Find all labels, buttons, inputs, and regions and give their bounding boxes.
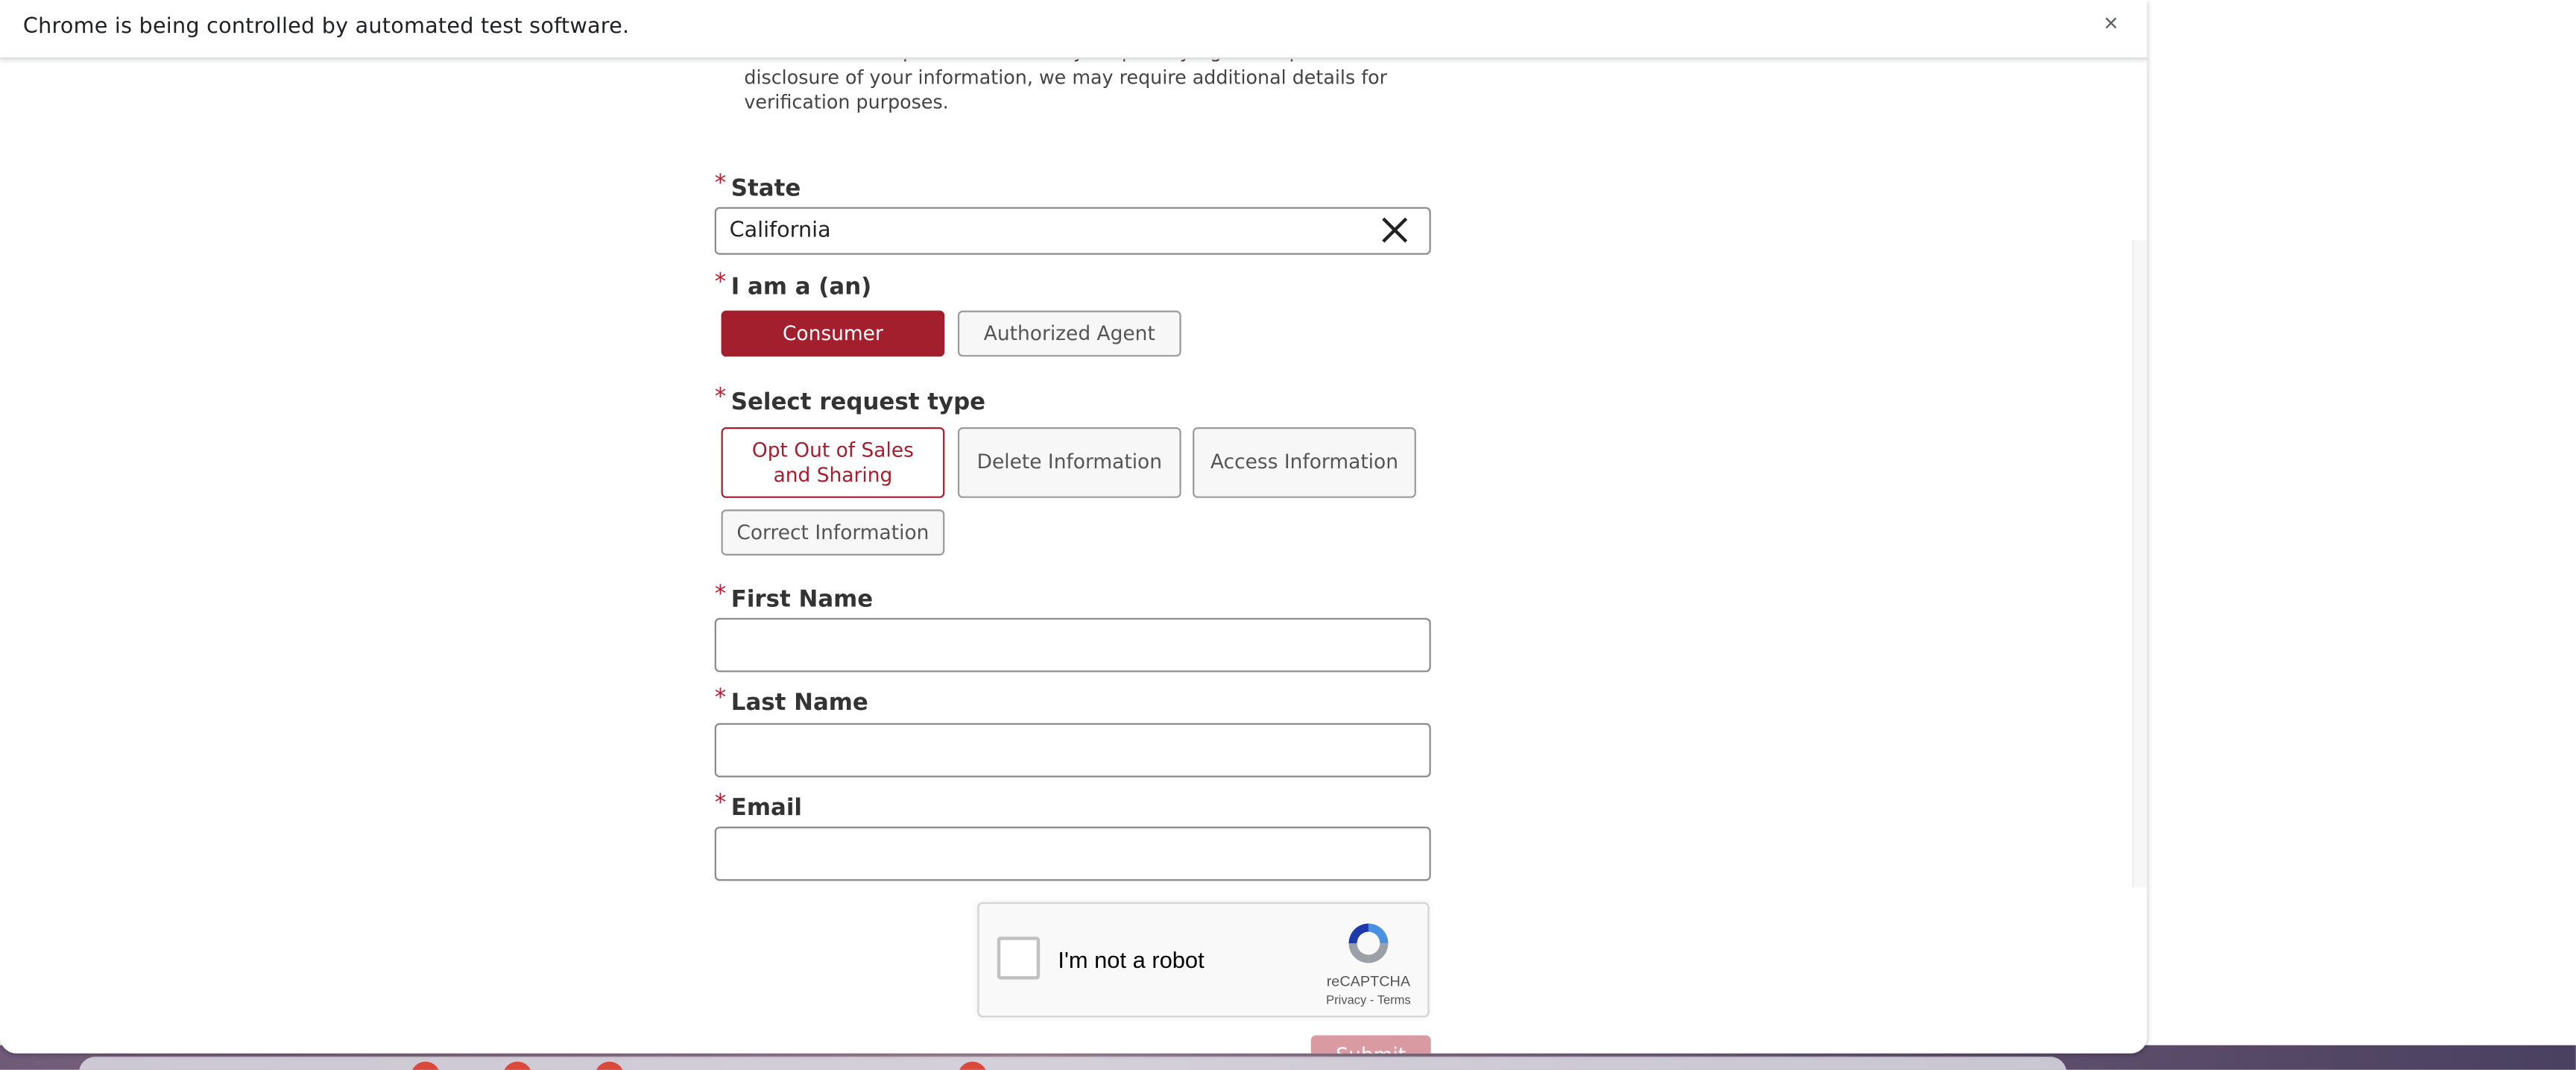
browser-window: Chrome is being controlled by automated … (0, 0, 2147, 1054)
required-marker: * (714, 269, 727, 296)
last-name-field[interactable] (714, 723, 1431, 778)
infobar-message: Chrome is being controlled by automated … (22, 14, 630, 40)
required-marker: * (714, 171, 727, 198)
required-marker: * (714, 790, 727, 817)
clear-x-icon[interactable] (1378, 214, 1411, 247)
request-option-delete[interactable]: Delete Information (957, 427, 1181, 498)
submit-button[interactable]: Submit (1310, 1035, 1431, 1054)
state-select-value: California (729, 218, 831, 244)
request-type-label: * Select request type (714, 384, 986, 416)
request-option-opt-out[interactable]: Opt Out of Sales and Sharing (721, 427, 945, 498)
iam-option-consumer[interactable]: Consumer (721, 310, 945, 357)
first-name-field[interactable] (714, 617, 1431, 673)
recaptcha-label: I'm not a robot (1058, 946, 1205, 973)
request-option-correct[interactable]: Correct Information (721, 509, 945, 556)
required-marker: * (714, 582, 727, 608)
dock (78, 1057, 2067, 1070)
email-label: * Email (714, 790, 802, 822)
email-field[interactable] (714, 826, 1431, 881)
privacy-request-form: You can use this portal to exercise your… (0, 0, 2147, 1054)
recaptcha-checkbox[interactable] (997, 937, 1041, 980)
state-label: * State (714, 171, 801, 203)
iam-option-authorized-agent[interactable]: Authorized Agent (957, 310, 1181, 357)
first-name-label: * First Name (714, 582, 874, 614)
state-select[interactable]: California (714, 207, 1431, 255)
required-marker: * (714, 384, 727, 411)
automation-infobar: Chrome is being controlled by automated … (0, 0, 2147, 60)
last-name-label: * Last Name (714, 685, 868, 717)
recaptcha-links[interactable]: Privacy - Terms (1304, 992, 1433, 1007)
recaptcha-logo-icon (1348, 923, 1389, 963)
recaptcha-brand: reCAPTCHA (1326, 972, 1411, 989)
request-option-access[interactable]: Access Information (1193, 427, 1416, 498)
close-icon[interactable]: × (2096, 10, 2126, 40)
required-marker: * (714, 685, 727, 712)
iam-label: * I am a (an) (714, 269, 872, 301)
recaptcha-widget: I'm not a robot reCAPTCHA Privacy - Term… (977, 901, 1430, 1018)
